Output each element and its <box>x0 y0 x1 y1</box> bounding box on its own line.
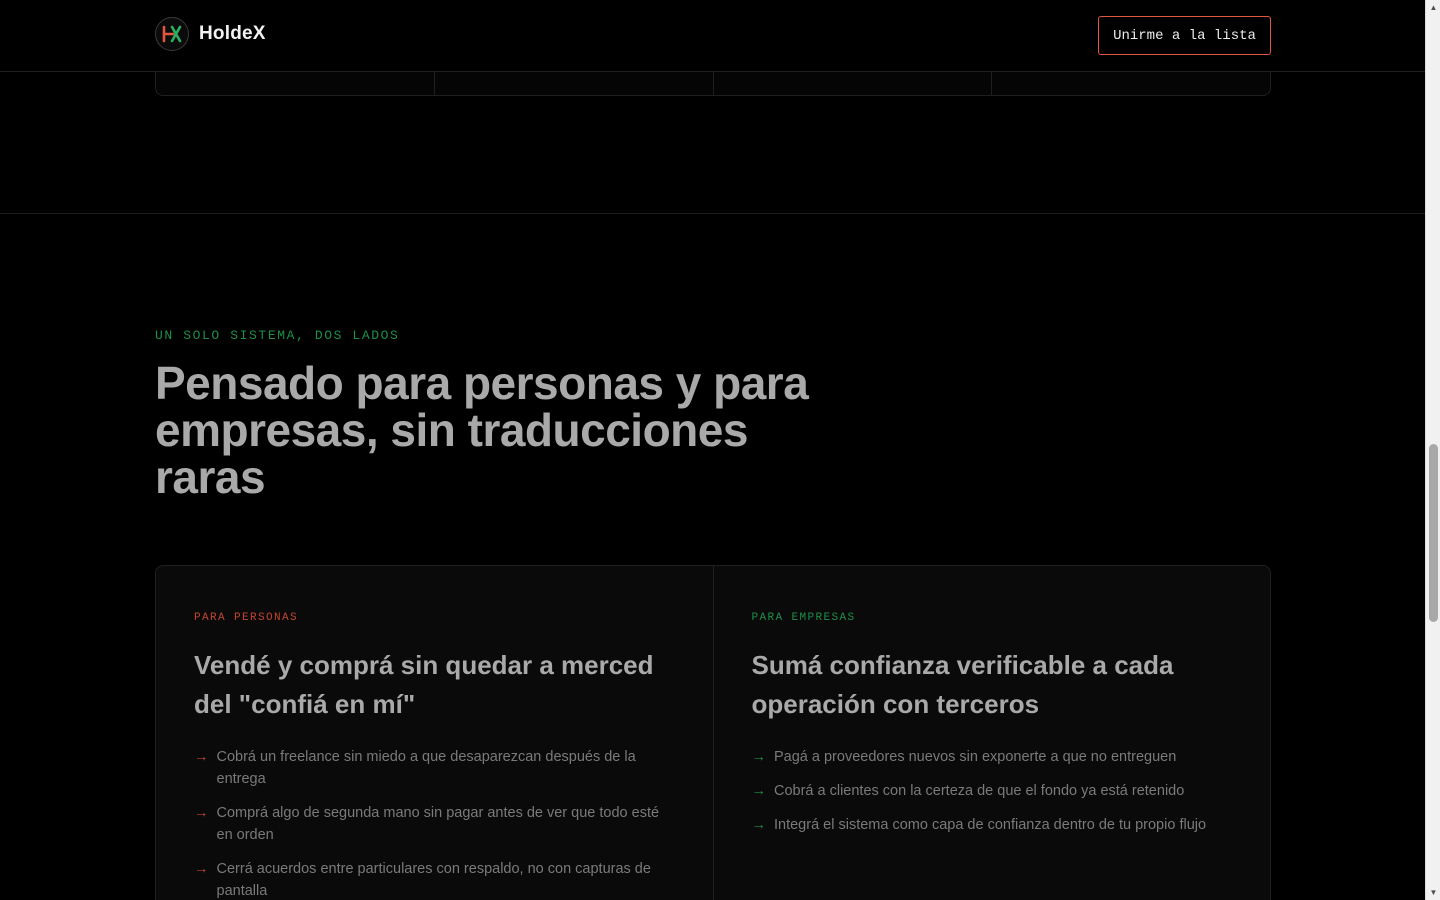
list-item: → Comprá algo de segunda mano sin pagar … <box>194 802 675 846</box>
arrow-right-icon: → <box>194 805 209 821</box>
list-item: → Cerrá acuerdos entre particulares con … <box>194 858 675 900</box>
list-item-text: Cerrá acuerdos entre particulares con re… <box>216 861 651 899</box>
arrow-right-icon: → <box>751 783 767 799</box>
audience-cards: PARA PERSONAS Vendé y comprá sin quedar … <box>155 565 1271 900</box>
card-title: Sumá confianza verificable a cada operac… <box>751 650 1174 719</box>
brand-name: HoldeX <box>199 23 266 44</box>
benefit-list: → Cobrá un freelance sin miedo a que des… <box>194 746 675 900</box>
logo-icon <box>155 17 189 51</box>
arrow-right-icon: → <box>751 817 767 833</box>
arrow-right-icon: → <box>751 749 767 765</box>
arrow-right-icon: → <box>194 749 209 765</box>
list-item-text: Cobrá a clientes con la certeza de que e… <box>774 783 1185 799</box>
benefit-list: → Pagá a proveedores nuevos sin exponert… <box>752 746 1233 836</box>
scroll-up-icon[interactable]: ▲ <box>1426 0 1440 15</box>
list-item: → Cobrá un freelance sin miedo a que des… <box>194 746 675 790</box>
brand[interactable]: HoldeX <box>155 17 266 51</box>
vertical-scrollbar[interactable]: ▲ ▼ <box>1425 0 1440 900</box>
list-item: → Cobrá a clientes con la certeza de que… <box>752 780 1233 802</box>
list-item: → Pagá a proveedores nuevos sin exponert… <box>752 746 1233 768</box>
section-heading: Pensado para personas y para empresas, s… <box>155 357 809 503</box>
section-eyebrow: UN SOLO SISTEMA, DOS LADOS <box>155 328 400 343</box>
card-title: Vendé y comprá sin quedar a merced del "… <box>194 650 654 719</box>
list-item-text: Integrá el sistema como capa de confianz… <box>774 817 1207 833</box>
scrollbar-thumb[interactable] <box>1429 444 1438 622</box>
list-item-text: Cobrá un freelance sin miedo a que desap… <box>216 749 636 787</box>
scroll-down-icon[interactable]: ▼ <box>1426 885 1440 900</box>
list-item: → Integrá el sistema como capa de confia… <box>752 814 1233 836</box>
join-list-button[interactable]: Unirme a la lista <box>1098 16 1271 55</box>
arrow-right-icon: → <box>194 861 209 877</box>
card-label: PARA PERSONAS <box>194 612 299 624</box>
list-item-text: Pagá a proveedores nuevos sin exponerte … <box>774 749 1177 765</box>
page: HoldeX Unirme a la lista UN SOLO SISTEMA… <box>0 0 1440 900</box>
section-divider <box>0 213 1425 214</box>
list-item-text: Comprá algo de segunda mano sin pagar an… <box>216 805 660 843</box>
card-label: PARA EMPRESAS <box>751 612 856 624</box>
card-empresas: PARA EMPRESAS Sumá confianza verificable… <box>712 566 1271 900</box>
card-personas: PARA PERSONAS Vendé y comprá sin quedar … <box>156 566 713 900</box>
top-nav: HoldeX Unirme a la lista <box>0 0 1425 72</box>
